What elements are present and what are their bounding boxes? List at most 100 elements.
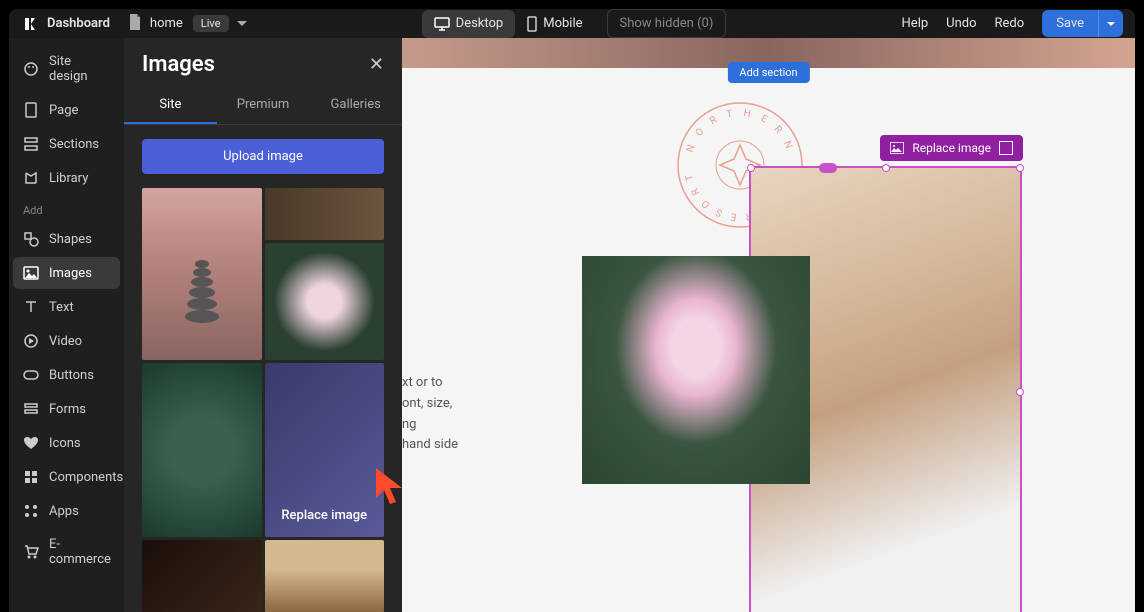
replace-image-toolbar: Replace image (880, 135, 1023, 161)
design-canvas[interactable]: Add section N O R T H E R N S P A & R E … (402, 38, 1135, 612)
gallery-thumb[interactable] (265, 540, 385, 612)
sidebar-apps[interactable]: Apps (13, 495, 120, 527)
sidebar-label: Images (49, 266, 92, 281)
mobile-icon (527, 16, 537, 32)
sidebar-shapes[interactable]: Shapes (13, 223, 120, 255)
sidebar-label: Video (49, 334, 82, 349)
left-sidebar: Site design Page Sections Library Add Sh… (9, 38, 124, 612)
svg-text:N O R T H E R N: N O R T H E R N (685, 108, 796, 154)
resize-handle[interactable] (1016, 164, 1024, 172)
tab-premium[interactable]: Premium (217, 87, 310, 124)
sidebar-label: Library (49, 171, 88, 186)
sidebar-label: Buttons (49, 368, 94, 383)
image-icon (890, 142, 904, 154)
sidebar-ecommerce[interactable]: E-commerce (13, 529, 120, 575)
upload-image-button[interactable]: Upload image (142, 139, 384, 174)
components-icon (23, 469, 39, 485)
heart-icon (23, 435, 39, 451)
desktop-toggle[interactable]: Desktop (422, 10, 516, 38)
desktop-icon (434, 17, 450, 31)
sidebar-images[interactable]: Images (13, 257, 120, 289)
add-section-label: Add (13, 196, 120, 221)
palette-icon (23, 61, 39, 77)
gallery-thumb[interactable] (265, 243, 385, 360)
video-icon (23, 333, 39, 349)
text-line: hand side (402, 435, 458, 456)
sidebar-label: Components (49, 470, 123, 485)
redo-button[interactable]: Redo (995, 16, 1025, 31)
show-hidden-button[interactable]: Show hidden (0) (607, 9, 727, 38)
close-panel-button[interactable]: ✕ (369, 54, 384, 75)
stones-decoration (182, 260, 222, 340)
help-link[interactable]: Help (902, 16, 929, 31)
resize-handle[interactable] (1016, 388, 1024, 396)
rotate-handle[interactable] (819, 163, 837, 173)
library-icon (23, 170, 39, 186)
page-name[interactable]: home (150, 16, 183, 31)
images-icon (23, 265, 39, 281)
resize-handle[interactable] (882, 164, 890, 172)
text-line: ng (402, 415, 458, 436)
mobile-toggle[interactable]: Mobile (515, 10, 594, 38)
sidebar-label: Sections (49, 137, 99, 152)
gallery-thumb[interactable] (142, 363, 262, 537)
sidebar-buttons[interactable]: Buttons (13, 359, 120, 391)
resize-handle[interactable] (747, 164, 755, 172)
top-bar: Dashboard home Live Desktop Mobile Show … (9, 9, 1135, 38)
sidebar-label: Site design (49, 54, 110, 84)
sidebar-components[interactable]: Components (13, 461, 120, 493)
body-text: xt or to ont, size, ng hand side (402, 373, 458, 456)
text-line: xt or to (402, 373, 458, 394)
mobile-label: Mobile (543, 16, 582, 31)
sidebar-label: Icons (49, 436, 81, 451)
sidebar-label: Text (49, 300, 74, 315)
shapes-icon (23, 231, 39, 247)
page-icon (23, 102, 39, 118)
text-line: ont, size, (402, 394, 458, 415)
page-dropdown-icon[interactable] (237, 16, 247, 31)
sidebar-label: E-commerce (49, 537, 111, 567)
gallery-thumb[interactable] (265, 188, 385, 240)
sidebar-text[interactable]: Text (13, 291, 120, 323)
forms-icon (23, 401, 39, 417)
sidebar-page[interactable]: Page (13, 94, 120, 126)
sidebar-library[interactable]: Library (13, 162, 120, 194)
sidebar-icons[interactable]: Icons (13, 427, 120, 459)
desktop-label: Desktop (456, 16, 504, 31)
panel-title: Images (142, 52, 215, 77)
buttons-icon (23, 367, 39, 383)
gallery-thumb-hover[interactable]: Replace image (265, 363, 385, 537)
save-button[interactable]: Save (1042, 10, 1098, 37)
sidebar-site-design[interactable]: Site design (13, 46, 120, 92)
undo-button[interactable]: Undo (946, 16, 976, 31)
sidebar-label: Page (49, 103, 78, 118)
add-section-button[interactable]: Add section (727, 62, 809, 83)
document-icon (128, 14, 142, 34)
sidebar-label: Forms (49, 402, 86, 417)
sidebar-forms[interactable]: Forms (13, 393, 120, 425)
device-toggle: Desktop Mobile (422, 10, 595, 38)
app-logo-icon (21, 15, 39, 33)
image-gallery: Replace image (124, 188, 402, 612)
sidebar-video[interactable]: Video (13, 325, 120, 357)
lotus-image[interactable] (582, 256, 810, 484)
cart-icon (23, 544, 39, 560)
tab-site[interactable]: Site (124, 87, 217, 124)
live-badge: Live (193, 15, 229, 32)
apps-icon (23, 503, 39, 519)
replace-image-label[interactable]: Replace image (912, 141, 991, 155)
crop-icon[interactable] (999, 141, 1013, 155)
sidebar-sections[interactable]: Sections (13, 128, 120, 160)
gallery-thumb[interactable] (142, 540, 262, 612)
sidebar-label: Shapes (49, 232, 92, 247)
sidebar-label: Apps (49, 504, 79, 519)
tab-galleries[interactable]: Galleries (309, 87, 402, 124)
text-icon (23, 299, 39, 315)
save-dropdown[interactable] (1098, 10, 1123, 37)
images-panel: Images ✕ Site Premium Galleries Upload i… (124, 38, 402, 612)
gallery-thumb[interactable] (142, 188, 262, 360)
panel-tabs: Site Premium Galleries (124, 87, 402, 125)
sections-icon (23, 136, 39, 152)
dashboard-link[interactable]: Dashboard (47, 16, 110, 31)
replace-image-hover-label: Replace image (281, 508, 367, 523)
